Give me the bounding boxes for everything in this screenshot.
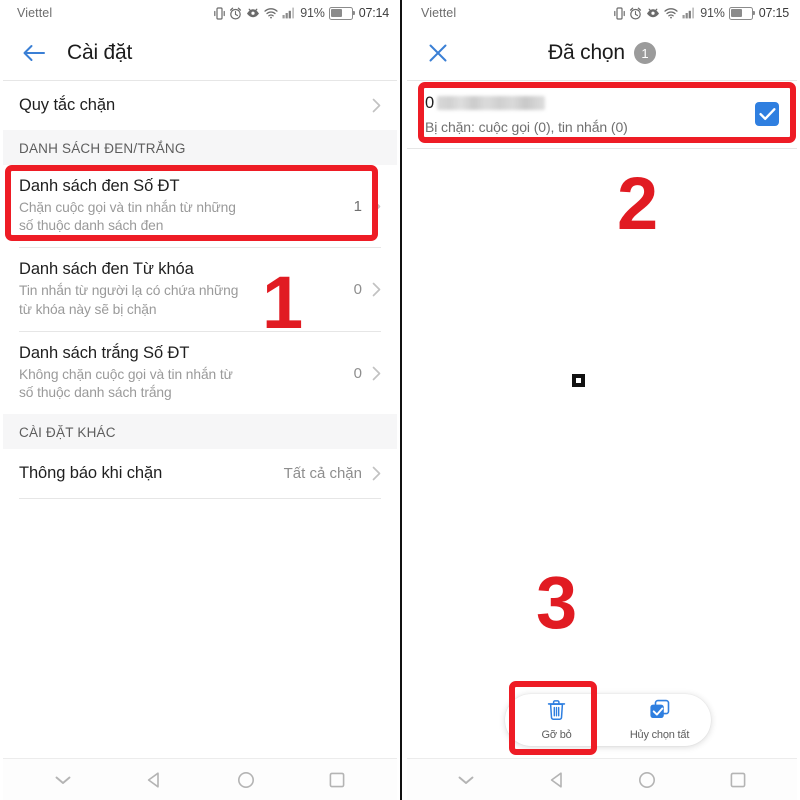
left-status-bar: Viettel 91% 07:14 xyxy=(3,0,397,26)
recents-square-icon[interactable] xyxy=(716,765,760,795)
left-app-bar: Cài đặt xyxy=(3,26,397,80)
selection-title: Đã chọn 1 xyxy=(407,41,797,65)
clock-label: 07:14 xyxy=(358,6,389,20)
trash-icon xyxy=(546,699,567,726)
section-header-other: CÀI ĐẶT KHÁC xyxy=(3,414,397,450)
contact-number: 0 xyxy=(425,93,745,113)
list-item-count: 0 xyxy=(353,281,362,299)
battery-percent-label: 91% xyxy=(300,6,325,20)
alarm-icon xyxy=(229,7,242,20)
carrier-label: Viettel xyxy=(421,6,457,20)
list-item-title: Danh sách đen Từ khóa xyxy=(19,260,194,279)
eye-comfort-icon xyxy=(246,7,260,19)
arrow-left-icon[interactable] xyxy=(19,38,49,68)
chevron-right-icon xyxy=(372,366,381,381)
right-phone-screen: Viettel 91% 07:15 Đã chọn 1 0 Bị chặn: c… xyxy=(402,0,800,800)
screenshot-root: Viettel 91% 07:14 Cài đặt Quy tắc chặn D… xyxy=(0,0,800,800)
home-circle-icon[interactable] xyxy=(224,765,268,795)
cursor-artifact xyxy=(572,374,585,387)
home-circle-icon[interactable] xyxy=(625,765,669,795)
list-item-blacklist-keywords[interactable]: Danh sách đen Từ khóa Tin nhắn từ người … xyxy=(3,248,397,331)
list-item-subtitle: Tin nhắn từ người lạ có chứa những từ kh… xyxy=(19,283,239,317)
list-item-blocked-contact[interactable]: 0 Bị chặn: cuộc gọi (0), tin nhắn (0) xyxy=(407,81,797,148)
list-item-title: Danh sách trắng Số ĐT xyxy=(19,343,190,362)
wifi-icon xyxy=(264,7,278,19)
chevron-right-icon xyxy=(372,282,381,297)
contact-number-prefix: 0 xyxy=(425,93,435,112)
list-item-title: Danh sách đen Số ĐT xyxy=(19,177,180,195)
chevron-right-icon xyxy=(372,98,381,113)
section-header-blacklist: DANH SÁCH ĐEN/TRẮNG xyxy=(3,130,397,165)
list-item-count: 0 xyxy=(353,364,362,382)
clock-label: 07:15 xyxy=(758,6,789,20)
list-item-block-notification[interactable]: Thông báo khi chặn Tất cả chặn xyxy=(3,449,397,499)
list-item-subtitle: Chặn cuộc gọi và tin nhắn từ những số th… xyxy=(19,200,236,234)
right-app-bar: Đã chọn 1 xyxy=(407,26,797,80)
list-divider xyxy=(407,148,797,149)
list-item-count: 1 xyxy=(353,197,362,215)
page-title: Cài đặt xyxy=(67,41,133,64)
deselect-all-button[interactable]: Hủy chọn tất xyxy=(608,699,711,741)
contact-number-masked xyxy=(437,96,546,110)
remove-button-label: Gỡ bỏ xyxy=(541,729,572,741)
list-item-title: Thông báo khi chặn xyxy=(19,464,163,483)
right-status-bar: Viettel 91% 07:15 xyxy=(407,0,797,26)
recents-square-icon[interactable] xyxy=(315,765,359,795)
left-phone-screen: Viettel 91% 07:14 Cài đặt Quy tắc chặn D… xyxy=(0,0,402,800)
chevron-right-icon xyxy=(372,466,381,481)
status-icons: 91% 07:15 xyxy=(614,6,789,20)
back-triangle-icon[interactable] xyxy=(535,765,579,795)
status-icons: 91% 07:14 xyxy=(214,6,389,20)
battery-icon xyxy=(328,6,356,20)
list-item-blocking-rules[interactable]: Quy tắc chặn xyxy=(3,81,397,130)
right-android-navbar xyxy=(407,758,797,800)
vibrate-icon xyxy=(614,6,626,20)
list-item-whitelist-numbers[interactable]: Danh sách trắng Số ĐT Không chặn cuộc gọ… xyxy=(3,331,397,415)
close-icon[interactable] xyxy=(423,38,453,68)
signal-icon xyxy=(682,7,696,19)
selection-title-label: Đã chọn xyxy=(548,41,625,64)
list-item-value: Tất cả chặn xyxy=(283,465,362,483)
signal-icon xyxy=(282,7,296,19)
eye-comfort-icon xyxy=(646,7,660,19)
contact-blocked-info: Bị chặn: cuộc gọi (0), tin nhắn (0) xyxy=(425,119,628,135)
back-triangle-icon[interactable] xyxy=(132,765,176,795)
chevron-down-icon[interactable] xyxy=(444,765,488,795)
list-item-blacklist-numbers[interactable]: Danh sách đen Số ĐT Chặn cuộc gọi và tin… xyxy=(3,165,397,248)
list-item-subtitle: Không chặn cuộc gọi và tin nhắn từ số th… xyxy=(19,366,233,401)
selection-action-bar: Gỡ bỏ Hủy chọn tất xyxy=(505,694,711,746)
vibrate-icon xyxy=(214,6,226,20)
checkbox-checked-icon[interactable] xyxy=(755,102,779,126)
deselect-all-icon xyxy=(648,699,671,726)
remove-button[interactable]: Gỡ bỏ xyxy=(505,699,608,741)
deselect-all-button-label: Hủy chọn tất xyxy=(629,729,690,741)
selection-count-badge: 1 xyxy=(633,42,656,64)
list-divider xyxy=(19,498,381,500)
list-item-title: Quy tắc chặn xyxy=(19,96,116,114)
battery-icon xyxy=(728,6,756,20)
carrier-label: Viettel xyxy=(17,6,53,20)
left-android-navbar xyxy=(3,758,397,800)
chevron-right-icon xyxy=(372,199,381,214)
battery-percent-label: 91% xyxy=(700,6,725,20)
wifi-icon xyxy=(664,7,678,19)
alarm-icon xyxy=(629,7,642,20)
chevron-down-icon[interactable] xyxy=(41,765,85,795)
